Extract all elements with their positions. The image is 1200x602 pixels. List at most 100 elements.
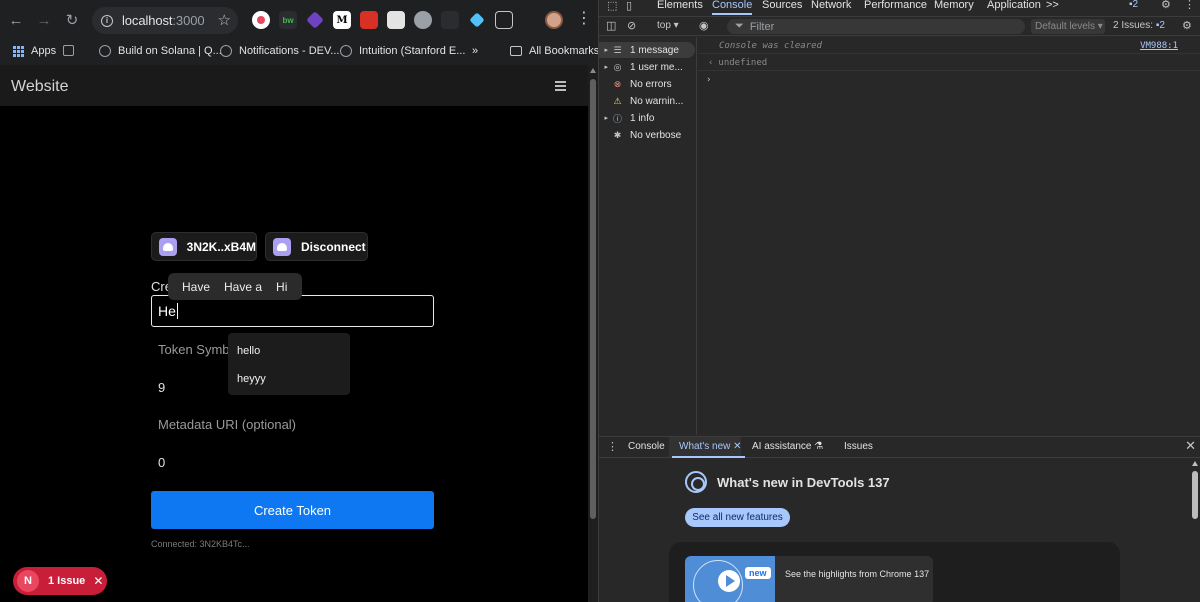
sidebar-item-label: No verbose <box>630 129 682 141</box>
nextjs-issue-badge[interactable]: N 1 Issue ✕ <box>13 567 107 595</box>
sidebar-item-verbose[interactable]: ✱ No verbose <box>599 127 681 143</box>
drawer-tab-label: What's new <box>679 441 731 452</box>
bookmark-solana[interactable]: Build on Solana | Q... <box>99 45 222 57</box>
forward-icon[interactable]: → <box>34 10 54 30</box>
disconnect-button[interactable]: Disconnect <box>265 232 368 261</box>
expand-triangle-icon[interactable]: ▸ <box>599 46 611 54</box>
close-drawer-icon[interactable]: ✕ <box>1185 438 1196 454</box>
autocomplete-option[interactable]: hello <box>237 345 260 357</box>
site-title[interactable]: Website <box>11 78 69 96</box>
suggestion-item[interactable]: Have <box>168 280 210 294</box>
new-badge: new <box>745 567 771 579</box>
bookmark-all[interactable]: All Bookmarks <box>510 45 599 57</box>
tab-performance[interactable]: Performance <box>864 0 927 11</box>
drawer-scrollbar[interactable] <box>1192 461 1198 601</box>
play-icon[interactable] <box>718 570 740 592</box>
bookmark-apps[interactable]: Apps <box>12 45 56 57</box>
tab-groups-icon[interactable] <box>63 45 81 56</box>
more-tabs-icon[interactable]: >> <box>1046 0 1059 11</box>
tab-console[interactable]: Console <box>712 0 753 15</box>
scrollbar-thumb[interactable] <box>590 79 596 519</box>
extension-icon[interactable] <box>387 11 405 29</box>
create-token-button[interactable]: Create Token <box>151 491 434 529</box>
drawer-tab-console[interactable]: Console <box>628 441 665 452</box>
metadata-uri-placeholder[interactable]: Metadata URI (optional) <box>158 417 296 432</box>
wallet-address-button[interactable]: 3N2K..xB4M <box>151 232 257 261</box>
scroll-up-icon[interactable] <box>590 68 596 73</box>
drawer-tab-issues[interactable]: Issues <box>844 441 873 452</box>
page-scrollbar[interactable] <box>588 65 598 602</box>
text-caret <box>176 303 178 319</box>
extension-icon[interactable]: M <box>333 11 351 29</box>
extension-icon[interactable]: bw <box>279 11 297 29</box>
extension-icon[interactable] <box>469 12 485 28</box>
console-filter-input[interactable]: ⏷ Filter <box>727 19 1025 34</box>
log-levels-dropdown[interactable]: Default levels ▾ <box>1031 19 1105 34</box>
inspect-element-icon[interactable]: ⬚ <box>607 0 617 12</box>
sidebar-item-warnings[interactable]: ⚠ No warnin... <box>599 93 683 109</box>
drawer-menu-icon[interactable]: ⋮ <box>607 440 618 453</box>
reload-icon[interactable]: ↻ <box>62 10 82 30</box>
expand-triangle-icon[interactable]: ▸ <box>599 63 611 71</box>
hamburger-menu-icon[interactable] <box>555 81 566 93</box>
autocomplete-option[interactable]: heyyy <box>237 373 266 385</box>
sidebar-item-messages[interactable]: ▸ ☰ 1 message <box>599 42 695 58</box>
drawer-tab-whats-new[interactable]: What's new ✕ <box>672 441 745 458</box>
scrollbar-thumb[interactable] <box>1192 471 1198 519</box>
suggestion-item[interactable]: Hi <box>262 280 287 294</box>
bookmarks-bar: Apps Build on Solana | Q... Notification… <box>0 40 599 65</box>
console-output[interactable]: Console was cleared VM988:1 ‹ undefined … <box>698 37 1200 435</box>
kebab-menu-icon[interactable]: ⋮ <box>1184 0 1195 11</box>
suggestion-item[interactable]: Have a <box>210 280 262 294</box>
highlights-caption[interactable]: See the highlights from Chrome 137 <box>785 569 929 579</box>
extension-icon[interactable] <box>414 11 432 29</box>
source-link[interactable]: VM988:1 <box>1140 41 1178 51</box>
issues-counter[interactable]: 2 Issues: ▪2 <box>1113 20 1165 31</box>
console-settings-icon[interactable]: ⚙ <box>1182 19 1192 32</box>
browser-menu-icon[interactable]: ⋮ <box>576 8 592 28</box>
console-prompt[interactable]: › <box>698 72 1200 88</box>
sidebar-item-info[interactable]: ▸ ⓘ 1 info <box>599 110 654 126</box>
extension-icon[interactable] <box>360 11 378 29</box>
settings-gear-icon[interactable]: ⚙ <box>1161 0 1171 11</box>
tab-elements[interactable]: Elements <box>657 0 703 11</box>
profile-avatar[interactable] <box>545 11 563 29</box>
clear-console-icon[interactable]: ⊘ <box>627 19 636 32</box>
context-selector[interactable]: top ▾ <box>657 20 679 31</box>
close-icon[interactable]: ✕ <box>733 441 741 452</box>
tab-network[interactable]: Network <box>811 0 851 11</box>
bookmark-dev-notifications[interactable]: Notifications - DEV... <box>220 45 339 57</box>
see-all-features-button[interactable]: See all new features <box>685 508 790 527</box>
extension-icon[interactable] <box>441 11 459 29</box>
console-result: ‹ undefined <box>698 55 1200 71</box>
back-icon[interactable]: ← <box>6 10 26 30</box>
extension-icon[interactable] <box>306 11 324 29</box>
bookmark-star-icon[interactable]: ☆ <box>218 11 231 29</box>
live-expression-eye-icon[interactable]: ◉ <box>699 19 709 32</box>
tab-sources[interactable]: Sources <box>762 0 802 11</box>
site-info-icon[interactable]: i <box>101 14 113 27</box>
expand-triangle-icon[interactable]: ▸ <box>599 114 611 122</box>
drawer-tab-bar: ⋮ Console What's new ✕ AI assistance ⚗ I… <box>599 437 1200 458</box>
extensions-puzzle-icon[interactable] <box>495 11 513 29</box>
video-thumbnail[interactable] <box>685 556 775 602</box>
sidebar-item-errors[interactable]: ⊗ No errors <box>599 76 672 92</box>
sidebar-item-user-messages[interactable]: ▸ ◎ 1 user me... <box>599 59 682 75</box>
sidebar-toggle-icon[interactable]: ◫ <box>606 19 616 32</box>
issues-badge-top[interactable]: ▪2 <box>1129 0 1138 10</box>
close-icon[interactable]: ✕ <box>93 574 103 588</box>
decimals-input[interactable]: 9 <box>158 380 165 395</box>
tab-application[interactable]: Application <box>987 0 1041 11</box>
extension-icon[interactable] <box>252 11 270 29</box>
bookmarks-overflow[interactable]: » <box>472 45 478 57</box>
supply-input[interactable]: 0 <box>158 455 165 470</box>
address-bar[interactable]: i localhost:3000 ☆ <box>92 7 238 34</box>
issue-count-label: 1 Issue <box>48 575 86 587</box>
device-toolbar-icon[interactable]: ▯ <box>626 0 632 12</box>
tab-memory[interactable]: Memory <box>934 0 974 11</box>
bookmark-intuition[interactable]: Intuition (Stanford E... <box>340 45 465 57</box>
token-symbol-placeholder[interactable]: Token Symbo <box>158 342 237 357</box>
drawer-tab-ai-assistance[interactable]: AI assistance ⚗ <box>752 441 823 452</box>
scroll-up-icon[interactable] <box>1192 461 1198 466</box>
sidebar-item-label: No errors <box>630 78 672 90</box>
